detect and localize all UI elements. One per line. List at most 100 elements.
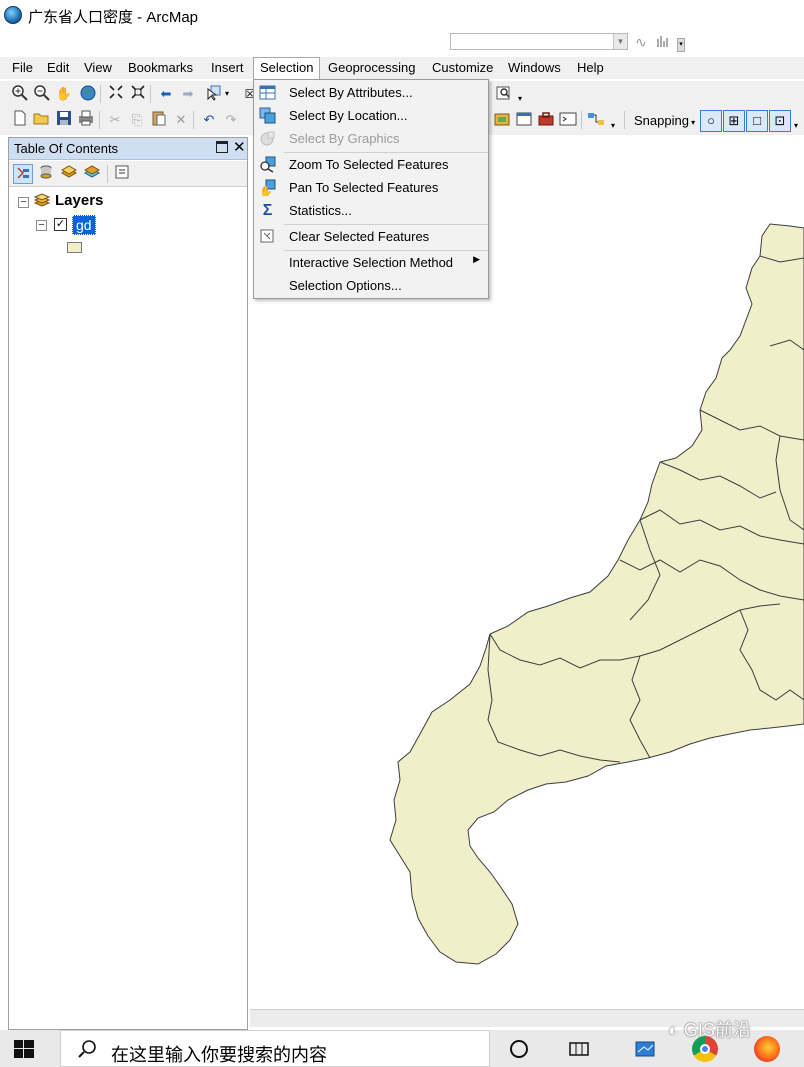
- toolbar-divider: [99, 111, 100, 129]
- list-by-drawing-order-icon[interactable]: [13, 164, 33, 184]
- snapping-menu[interactable]: Snapping ▾: [634, 113, 695, 128]
- title-bar: 广东省人口密度 - ArcMap: [0, 0, 804, 30]
- open-folder-icon[interactable]: [32, 110, 52, 130]
- menu-item-clear-selected[interactable]: Clear Selected Features: [254, 225, 488, 248]
- end-snapping-icon[interactable]: ⊞: [723, 110, 745, 132]
- menu-item-label: Zoom To Selected Features: [289, 157, 449, 172]
- zoom-out-icon[interactable]: [32, 84, 52, 104]
- restore-window-icon[interactable]: [216, 141, 228, 153]
- list-by-source-icon[interactable]: [36, 164, 56, 184]
- arctoolbox-icon[interactable]: [536, 110, 556, 130]
- menu-view[interactable]: View: [78, 57, 118, 79]
- menu-item-selection-options[interactable]: Selection Options...: [254, 274, 488, 297]
- menu-item-label: Interactive Selection Method: [289, 255, 454, 270]
- pan-hand-icon[interactable]: ✋: [54, 84, 74, 104]
- save-icon[interactable]: [54, 110, 74, 130]
- python-window-icon[interactable]: [558, 110, 578, 130]
- menu-geoprocessing[interactable]: Geoprocessing: [322, 57, 421, 79]
- zoom-selected-icon: [259, 156, 276, 173]
- menu-item-zoom-to-selected[interactable]: Zoom To Selected Features: [254, 153, 488, 176]
- menu-item-select-by-location[interactable]: Select By Location...: [254, 104, 488, 127]
- toolbar-divider: [100, 85, 101, 103]
- arcmap-globe-icon: [4, 6, 22, 24]
- toolbar-options-icon[interactable]: ▾: [608, 116, 618, 136]
- menu-insert[interactable]: Insert: [205, 57, 250, 79]
- paste-icon[interactable]: [149, 110, 169, 130]
- toc-toolbar: [9, 161, 247, 187]
- find-icon[interactable]: [494, 84, 514, 104]
- layers-label[interactable]: Layers: [55, 192, 103, 209]
- task-view-icon[interactable]: [568, 1038, 590, 1063]
- cut-icon[interactable]: ✂: [105, 110, 125, 130]
- layer-symbol-swatch[interactable]: [67, 242, 82, 253]
- menu-file[interactable]: File: [6, 57, 39, 79]
- model-builder-icon[interactable]: [586, 110, 606, 130]
- zoom-in-icon[interactable]: [10, 84, 30, 104]
- list-by-selection-icon[interactable]: [82, 164, 102, 184]
- watermark-text: ◐ GIS前沿: [668, 1016, 751, 1042]
- chevron-down-icon[interactable]: ▾: [222, 84, 232, 104]
- vertex-snapping-icon[interactable]: □: [746, 110, 768, 132]
- list-by-visibility-icon[interactable]: [59, 164, 79, 184]
- editor-toolbar-icon[interactable]: [492, 110, 512, 130]
- menu-item-pan-to-selected[interactable]: ✋ Pan To Selected Features: [254, 176, 488, 199]
- menu-item-statistics[interactable]: Σ Statistics...: [254, 199, 488, 222]
- menu-item-label: Selection Options...: [289, 278, 402, 293]
- arcmap-taskbar-icon[interactable]: [634, 1038, 658, 1063]
- menu-bar: File Edit View Bookmarks Insert Selectio…: [0, 57, 804, 79]
- toolbar-options-icon[interactable]: ▾: [515, 89, 525, 109]
- back-arrow-icon[interactable]: ⬅: [156, 84, 176, 104]
- redo-icon[interactable]: ↷: [221, 110, 241, 130]
- delete-icon[interactable]: ✕: [171, 110, 191, 130]
- menu-item-interactive-selection-method[interactable]: Interactive Selection Method ▶: [254, 251, 488, 274]
- signature-icon[interactable]: ∿: [632, 33, 650, 51]
- submenu-arrow-icon: ▶: [473, 254, 480, 264]
- layer-combobox[interactable]: ▼: [450, 33, 628, 50]
- menu-item-label: Select By Graphics: [289, 131, 400, 146]
- chevron-down-icon: ▾: [688, 118, 696, 127]
- fixed-zoom-in-icon[interactable]: [106, 84, 126, 104]
- collapse-layer-icon[interactable]: −: [36, 220, 47, 231]
- pan-selected-icon: ✋: [259, 179, 276, 198]
- menu-selection[interactable]: Selection: [253, 57, 321, 79]
- windows-start-icon[interactable]: [14, 1040, 34, 1061]
- toolbar-options-icon[interactable]: ▾: [677, 38, 685, 52]
- select-features-icon[interactable]: [204, 84, 224, 104]
- menu-windows[interactable]: Windows: [502, 57, 567, 79]
- edge-snapping-icon[interactable]: ⊡: [769, 110, 791, 132]
- forward-arrow-icon[interactable]: ➡: [178, 84, 198, 104]
- layers-stack-icon: [33, 193, 51, 212]
- catalog-window-icon[interactable]: [514, 110, 534, 130]
- chevron-down-icon[interactable]: ▼: [613, 34, 627, 49]
- firefox-icon[interactable]: [754, 1036, 780, 1062]
- menu-item-select-by-graphics[interactable]: Select By Graphics: [254, 127, 488, 150]
- menu-bookmarks[interactable]: Bookmarks: [122, 57, 199, 79]
- collapse-layers-icon[interactable]: −: [18, 197, 29, 208]
- layer-visibility-checkbox[interactable]: ✓: [54, 218, 67, 231]
- new-document-icon[interactable]: [10, 110, 30, 130]
- menu-edit[interactable]: Edit: [41, 57, 75, 79]
- graphics-select-icon: [259, 130, 276, 147]
- undo-icon[interactable]: ↶: [199, 110, 219, 130]
- sigma-icon: Σ: [262, 202, 273, 219]
- toolbar-options-icon[interactable]: ▾: [791, 116, 801, 136]
- options-list-icon[interactable]: [112, 164, 132, 184]
- copy-icon[interactable]: ⎘: [127, 110, 147, 130]
- watermark-label: GIS前沿: [683, 1020, 751, 1040]
- cortana-icon[interactable]: [510, 1040, 528, 1058]
- toolbar-divider: [581, 111, 582, 129]
- menu-help[interactable]: Help: [571, 57, 610, 79]
- taskbar-search-box[interactable]: 在这里输入你要搜索的内容: [60, 1030, 490, 1067]
- table-of-contents: Table Of Contents ✕ − Layers − ✓ gd: [8, 137, 248, 1030]
- fixed-zoom-out-icon[interactable]: [128, 84, 148, 104]
- print-icon[interactable]: [76, 110, 96, 130]
- toolbar-divider: [193, 111, 194, 129]
- close-icon[interactable]: ✕: [233, 138, 246, 158]
- menu-customize[interactable]: Customize: [426, 57, 499, 79]
- wechat-icon: ◐: [668, 1020, 679, 1040]
- full-extent-globe-icon[interactable]: [78, 84, 98, 104]
- menu-item-select-by-attributes[interactable]: Select By Attributes...: [254, 81, 488, 104]
- layer-name-gd[interactable]: gd: [72, 215, 96, 235]
- point-snapping-icon[interactable]: ○: [700, 110, 722, 132]
- histogram-icon[interactable]: [654, 33, 672, 51]
